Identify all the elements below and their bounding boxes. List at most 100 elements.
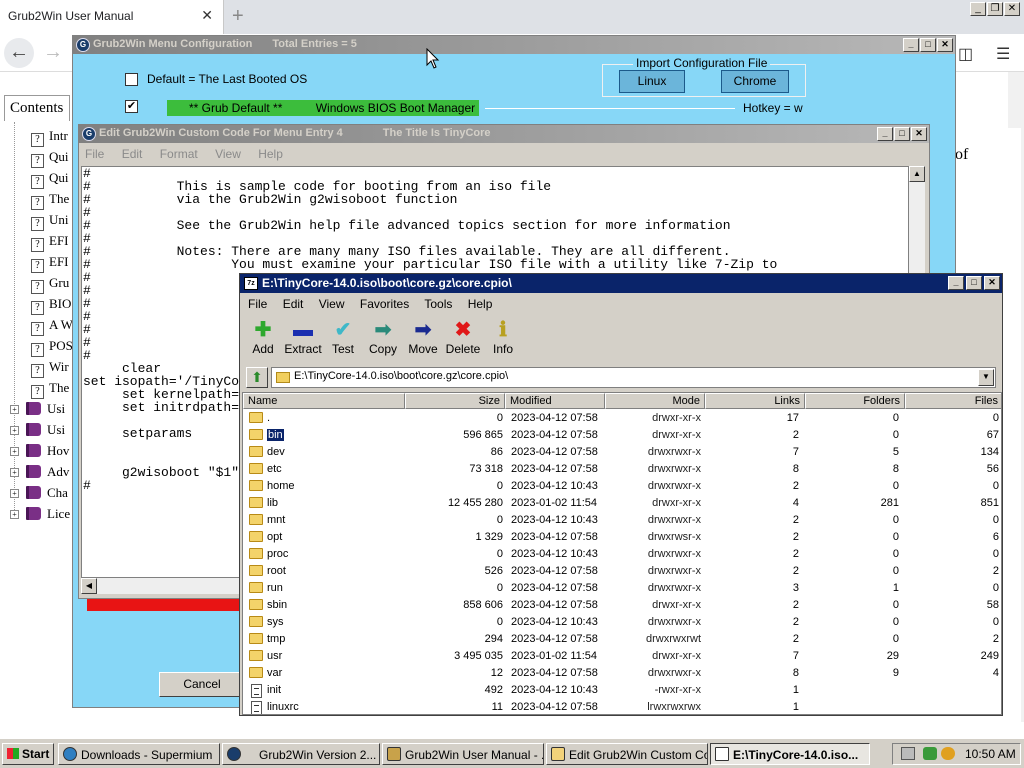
table-row[interactable]: etc 73 318 2023-04-12 07:58 drwxrwxr-x 8 8 56 bbox=[243, 461, 1001, 478]
column-header-size[interactable]: Size bbox=[405, 393, 505, 409]
column-header-links[interactable]: Links bbox=[705, 393, 805, 409]
column-header-mode[interactable]: Mode bbox=[605, 393, 705, 409]
entry-checkbox[interactable]: ✔ bbox=[125, 100, 138, 113]
entry-divider bbox=[485, 108, 735, 109]
column-header-name[interactable]: Name bbox=[243, 393, 405, 409]
minimize-button[interactable]: _ bbox=[877, 127, 893, 141]
import-linux-button[interactable]: Linux bbox=[619, 70, 685, 93]
menu-icon[interactable]: ☰ bbox=[996, 44, 1010, 64]
sevenzip-titlebar[interactable]: 7z E:\TinyCore-14.0.iso\boot\core.gz\cor… bbox=[240, 274, 1002, 293]
chevron-down-icon[interactable]: ▼ bbox=[978, 369, 994, 386]
selected-menu-entry[interactable]: ** Grub Default ** Windows BIOS Boot Man… bbox=[167, 100, 479, 116]
expand-icon[interactable]: + bbox=[10, 489, 19, 498]
table-row[interactable]: home 0 2023-04-12 10:43 drwxrwxr-x 2 0 0 bbox=[243, 478, 1001, 495]
menu-file[interactable]: File bbox=[85, 147, 104, 161]
cell-folders: 0 bbox=[892, 480, 899, 492]
expand-icon[interactable]: + bbox=[10, 405, 19, 414]
book-icon bbox=[26, 486, 41, 499]
toc-item[interactable]: + Hov bbox=[10, 443, 80, 464]
toc-item[interactable]: + Usi bbox=[10, 401, 80, 422]
toc-item[interactable]: + Lice bbox=[10, 506, 80, 527]
browser-tab[interactable]: Grub2Win User Manual ✕ bbox=[0, 0, 224, 34]
table-row[interactable]: mnt 0 2023-04-12 10:43 drwxrwxr-x 2 0 0 bbox=[243, 512, 1001, 529]
network-icon[interactable] bbox=[923, 747, 937, 760]
table-row[interactable]: dev 86 2023-04-12 07:58 drwxrwxr-x 7 5 134 bbox=[243, 444, 1001, 461]
task-sevenzip[interactable]: E:\TinyCore-14.0.iso... bbox=[710, 743, 870, 765]
column-header-files[interactable]: Files bbox=[905, 393, 1001, 409]
scroll-up-icon[interactable]: ▲ bbox=[909, 166, 925, 182]
sidebar-panel-icon[interactable]: ◫ bbox=[958, 44, 973, 64]
default-checkbox[interactable] bbox=[125, 73, 138, 86]
search-icon[interactable] bbox=[941, 747, 955, 760]
table-row[interactable]: usr 3 495 035 2023-01-02 11:54 drwxr-xr-x 7 2… bbox=[243, 648, 1001, 665]
column-header-modified[interactable]: Modified bbox=[505, 393, 605, 409]
task-user-manual[interactable]: Grub2Win User Manual - ... bbox=[382, 743, 544, 765]
forward-arrow-icon[interactable]: → bbox=[38, 38, 68, 68]
maximize-button[interactable]: □ bbox=[894, 127, 910, 141]
browser-minimize-button[interactable]: _ bbox=[970, 2, 986, 16]
close-button[interactable]: ✕ bbox=[984, 276, 1000, 290]
table-row[interactable]: opt 1 329 2023-04-12 07:58 drwxrwsr-x 2 0 6 bbox=[243, 529, 1001, 546]
browser-restore-button[interactable]: ❐ bbox=[987, 2, 1003, 16]
toc-item[interactable]: + Adv bbox=[10, 464, 80, 485]
table-row[interactable]: var 12 2023-04-12 07:58 drwxrwxr-x 8 9 4 bbox=[243, 665, 1001, 682]
table-row[interactable]: sys 0 2023-04-12 10:43 drwxrwxr-x 2 0 0 bbox=[243, 614, 1001, 631]
menu-favorites[interactable]: Favorites bbox=[360, 297, 409, 311]
tab-close-icon[interactable]: ✕ bbox=[201, 7, 213, 24]
table-row[interactable]: sbin 858 606 2023-04-12 07:58 drwxr-xr-x 2 0 5… bbox=[243, 597, 1001, 614]
back-arrow-icon[interactable]: ← bbox=[4, 38, 34, 68]
menu-config-titlebar[interactable]: G Grub2Win Menu Configuration Total Entri… bbox=[73, 36, 955, 54]
maximize-button[interactable]: □ bbox=[920, 38, 936, 52]
task-grub2win[interactable]: Grub2Win Version 2... bbox=[222, 743, 380, 765]
menu-view[interactable]: View bbox=[319, 297, 345, 311]
cell-modified: 2023-01-02 11:54 bbox=[511, 497, 598, 509]
minimize-button[interactable]: _ bbox=[903, 38, 919, 52]
table-row[interactable]: . 0 2023-04-12 07:58 drwxr-xr-x 17 0 0 bbox=[243, 410, 1001, 427]
menu-file[interactable]: File bbox=[248, 297, 267, 311]
keyboard-icon[interactable] bbox=[901, 747, 915, 760]
close-button[interactable]: ✕ bbox=[937, 38, 953, 52]
expand-icon[interactable]: + bbox=[10, 426, 19, 435]
table-row[interactable]: bin 596 865 2023-04-12 07:58 drwxr-xr-x 2 0 67 bbox=[243, 427, 1001, 444]
edit-window-titlebar[interactable]: G Edit Grub2Win Custom Code For Menu Ent… bbox=[79, 125, 929, 143]
table-row[interactable]: tmp 294 2023-04-12 07:58 drwxrwxrwt 2 0 2 bbox=[243, 631, 1001, 648]
menu-view[interactable]: View bbox=[215, 147, 241, 161]
toolbar-info-button[interactable]: ℹ Info bbox=[480, 318, 526, 360]
scroll-left-icon[interactable]: ◀ bbox=[81, 578, 97, 594]
task-edit-custom-code[interactable]: Edit Grub2Win Custom Co... bbox=[546, 743, 708, 765]
table-row[interactable]: init 492 2023-04-12 10:43 -rwxr-xr-x 1 bbox=[243, 682, 1001, 699]
expand-icon[interactable]: + bbox=[10, 447, 19, 456]
table-row[interactable]: lib 12 455 280 2023-01-02 11:54 drwxr-xr-x 4… bbox=[243, 495, 1001, 512]
menu-edit[interactable]: Edit bbox=[283, 297, 304, 311]
table-row[interactable]: proc 0 2023-04-12 10:43 drwxrwxr-x 2 0 0 bbox=[243, 546, 1001, 563]
toc-item[interactable]: + Usi bbox=[10, 422, 80, 443]
table-row[interactable]: linuxrc 11 2023-04-12 07:58 lrwxrwxrwx 1 bbox=[243, 699, 1001, 714]
table-row[interactable]: root 526 2023-04-12 07:58 drwxrwxr-x 2 0 2 bbox=[243, 563, 1001, 580]
task-downloads[interactable]: Downloads - Supermium bbox=[58, 743, 220, 765]
new-tab-icon[interactable]: + bbox=[232, 5, 244, 28]
expand-icon[interactable]: + bbox=[10, 510, 19, 519]
menu-edit[interactable]: Edit bbox=[122, 147, 143, 161]
cell-mode: drwxrwxr-x bbox=[647, 548, 701, 560]
address-bar[interactable]: E:\TinyCore-14.0.iso\boot\core.gz\core.c… bbox=[271, 367, 996, 388]
cell-name: usr bbox=[267, 650, 283, 662]
folder-up-icon[interactable]: ⬆ bbox=[246, 367, 268, 388]
start-button[interactable]: Start bbox=[2, 743, 54, 765]
import-chrome-button[interactable]: Chrome bbox=[721, 70, 789, 93]
maximize-button[interactable]: □ bbox=[966, 276, 982, 290]
toc-item[interactable]: + Cha bbox=[10, 485, 80, 506]
menu-help[interactable]: Help bbox=[468, 297, 493, 311]
menu-tools[interactable]: Tools bbox=[424, 297, 452, 311]
tab-contents[interactable]: Contents bbox=[4, 95, 70, 121]
table-row[interactable]: run 0 2023-04-12 07:58 drwxrwxr-x 3 1 0 bbox=[243, 580, 1001, 597]
menu-help[interactable]: Help bbox=[258, 147, 283, 161]
menu-format[interactable]: Format bbox=[160, 147, 198, 161]
menu-config-scrollbar[interactable] bbox=[1007, 128, 1021, 728]
column-header-folders[interactable]: Folders bbox=[805, 393, 905, 409]
browser-close-button[interactable]: ✕ bbox=[1004, 2, 1020, 16]
close-button[interactable]: ✕ bbox=[911, 127, 927, 141]
expand-icon[interactable]: + bbox=[10, 468, 19, 477]
start-label: Start bbox=[22, 747, 50, 761]
minimize-button[interactable]: _ bbox=[948, 276, 964, 290]
cancel-button[interactable]: Cancel bbox=[159, 672, 245, 697]
